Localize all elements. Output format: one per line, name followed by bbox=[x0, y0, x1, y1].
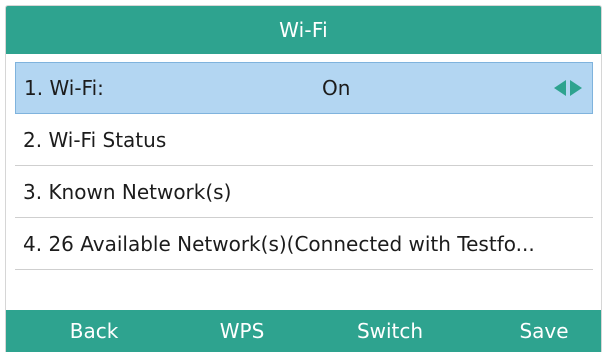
menu-item-wifi[interactable]: 1. Wi-Fi: On bbox=[15, 62, 593, 114]
back-softkey[interactable]: Back bbox=[70, 319, 119, 343]
switch-softkey[interactable]: Switch bbox=[357, 319, 423, 343]
menu-item-label: 1. Wi-Fi: bbox=[24, 76, 104, 100]
phone-screen: Wi-Fi 1. Wi-Fi: On 2. Wi-Fi Status 3. Kn… bbox=[5, 5, 602, 352]
menu-item-wifi-status[interactable]: 2. Wi-Fi Status bbox=[15, 114, 593, 166]
menu-item-available-networks[interactable]: 4. 26 Available Network(s)(Connected wit… bbox=[15, 218, 593, 270]
save-softkey[interactable]: Save bbox=[519, 319, 568, 343]
menu-item-label: 3. Known Network(s) bbox=[23, 179, 232, 204]
wps-softkey[interactable]: WPS bbox=[220, 319, 265, 343]
menu-item-known-networks[interactable]: 3. Known Network(s) bbox=[15, 166, 593, 218]
softkey-bar: Back WPS Switch Save bbox=[6, 310, 601, 352]
value-selector[interactable] bbox=[554, 80, 582, 96]
menu-list: 1. Wi-Fi: On 2. Wi-Fi Status 3. Known Ne… bbox=[15, 62, 593, 321]
arrow-right-icon[interactable] bbox=[570, 80, 582, 96]
page-title: Wi-Fi bbox=[279, 18, 328, 42]
menu-item-label: 4. 26 Available Network(s)(Connected wit… bbox=[23, 231, 535, 256]
wifi-state-value: On bbox=[322, 76, 351, 100]
title-bar: Wi-Fi bbox=[6, 6, 601, 54]
menu-item-label: 2. Wi-Fi Status bbox=[23, 127, 167, 152]
arrow-left-icon[interactable] bbox=[554, 80, 566, 96]
